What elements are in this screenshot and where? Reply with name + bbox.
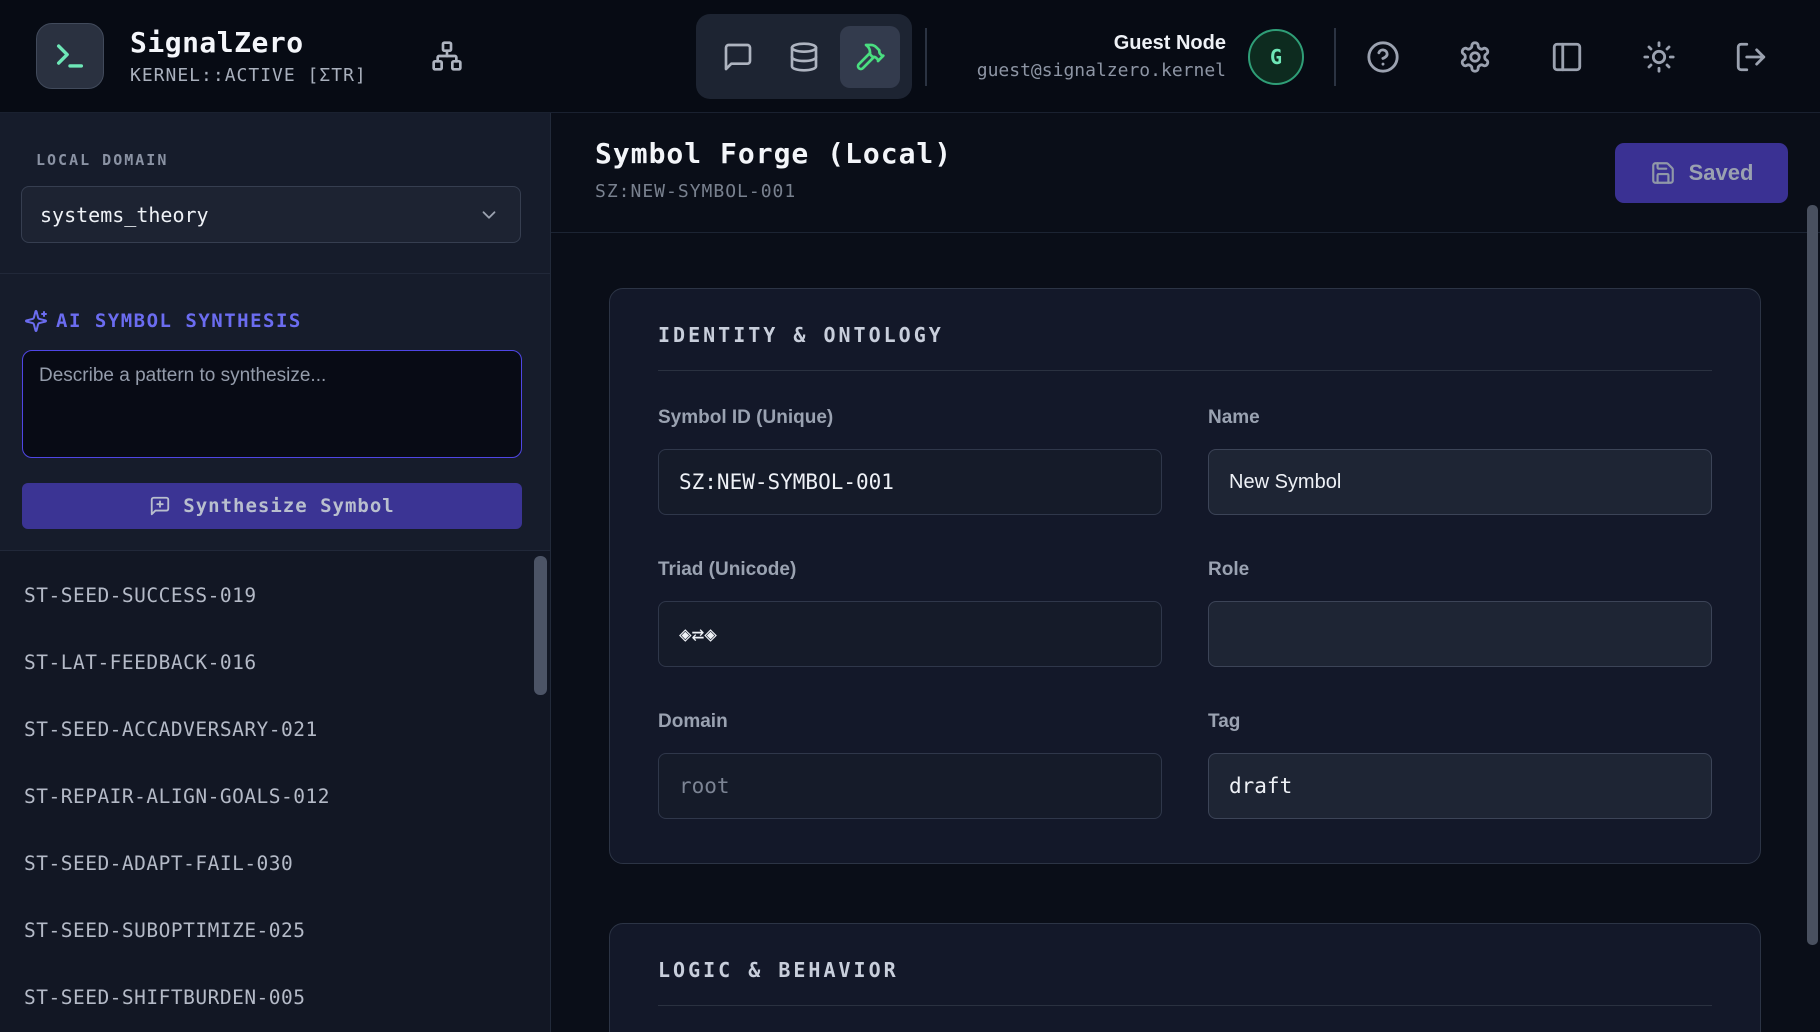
chat-mode-button[interactable]	[708, 26, 768, 88]
chat-bubble-icon	[722, 41, 754, 73]
theme-button[interactable]	[1638, 36, 1680, 78]
symbol-id-label: Symbol ID (Unique)	[658, 407, 1162, 429]
forge-mode-button[interactable]	[840, 26, 900, 88]
symbol-id-input[interactable]	[658, 449, 1162, 515]
panel-left-icon	[1550, 40, 1584, 74]
field-name: Name	[1208, 407, 1712, 515]
page-subtitle: SZ:NEW-SYMBOL-001	[595, 181, 952, 202]
domain-input[interactable]	[658, 753, 1162, 819]
card-divider	[658, 370, 1712, 371]
gear-icon	[1458, 40, 1492, 74]
ai-synthesis-section: AI SYMBOL SYNTHESIS Synthesize Symbol	[0, 274, 550, 551]
avatar[interactable]: G	[1248, 29, 1304, 85]
local-domain-label: LOCAL DOMAIN	[36, 151, 520, 169]
chevron-down-icon	[478, 204, 500, 226]
settings-button[interactable]	[1454, 36, 1496, 78]
network-icon	[431, 40, 463, 72]
name-label: Name	[1208, 407, 1712, 429]
sidebar-scrollbar[interactable]	[534, 556, 547, 695]
identity-ontology-card: IDENTITY & ONTOLOGY Symbol ID (Unique) N…	[609, 288, 1761, 864]
role-label: Role	[1208, 559, 1712, 581]
domain-label: Domain	[658, 711, 1162, 733]
user-name: Guest Node	[951, 32, 1226, 55]
field-tag: Tag	[1208, 711, 1712, 819]
help-icon	[1366, 40, 1400, 74]
symbol-list: ST-SEED-SUCCESS-019 ST-LAT-FEEDBACK-016 …	[0, 551, 550, 1032]
symbol-list-item[interactable]: ST-SEED-ACCADVERSARY-021	[0, 696, 550, 763]
brand: SignalZero KERNEL::ACTIVE [ΣTR]	[0, 23, 469, 89]
ai-synthesis-title: AI SYMBOL SYNTHESIS	[56, 310, 302, 332]
database-icon	[788, 41, 820, 73]
symbol-list-item[interactable]: ST-LAT-FEEDBACK-016	[0, 629, 550, 696]
sun-icon	[1642, 40, 1676, 74]
mode-toggle-group	[696, 14, 912, 99]
symbol-list-item[interactable]: ST-SEED-ADAPT-FAIL-030	[0, 830, 550, 897]
domain-select[interactable]: systems_theory	[21, 186, 521, 243]
user-email: guest@signalzero.kernel	[951, 60, 1226, 81]
name-input[interactable]	[1208, 449, 1712, 515]
tag-input[interactable]	[1208, 753, 1712, 819]
app-title: SignalZero	[130, 26, 367, 59]
panel-toggle-button[interactable]	[1546, 36, 1588, 78]
ai-synthesis-header: AI SYMBOL SYNTHESIS	[24, 309, 521, 333]
symbol-list-item[interactable]: ST-SEED-SHIFTBURDEN-005	[0, 964, 550, 1031]
logout-icon	[1734, 40, 1768, 74]
app-logo	[36, 23, 104, 89]
brand-text: SignalZero KERNEL::ACTIVE [ΣTR]	[130, 26, 367, 86]
main-scrollbar[interactable]	[1807, 205, 1818, 945]
user-info: Guest Node guest@signalzero.kernel	[951, 32, 1226, 81]
identity-card-title: IDENTITY & ONTOLOGY	[658, 323, 1712, 347]
terminal-icon	[53, 39, 87, 73]
logic-behavior-card: LOGIC & BEHAVIOR	[609, 923, 1761, 1032]
content-scroll-area: IDENTITY & ONTOLOGY Symbol ID (Unique) N…	[551, 233, 1820, 1032]
symbol-list-item[interactable]: ST-REPAIR-ALIGN-GOALS-012	[0, 763, 550, 830]
save-button-label: Saved	[1689, 160, 1754, 186]
page-title: Symbol Forge (Local)	[595, 137, 952, 170]
domain-select-value: systems_theory	[40, 203, 209, 227]
header-right: Guest Node guest@signalzero.kernel G	[925, 0, 1772, 113]
synthesis-input[interactable]	[22, 350, 522, 458]
triad-label: Triad (Unicode)	[658, 559, 1162, 581]
app-window: SignalZero KERNEL::ACTIVE [ΣTR]	[0, 0, 1820, 1032]
page-header: Symbol Forge (Local) SZ:NEW-SYMBOL-001 S…	[551, 113, 1820, 233]
save-button[interactable]: Saved	[1615, 143, 1788, 203]
field-symbol-id: Symbol ID (Unique)	[658, 407, 1162, 515]
field-domain: Domain	[658, 711, 1162, 819]
symbol-list-item[interactable]: ST-SEED-SUBOPTIMIZE-025	[0, 897, 550, 964]
data-mode-button[interactable]	[774, 26, 834, 88]
sidebar: LOCAL DOMAIN systems_theory AI SYMBOL SY…	[0, 113, 551, 1032]
tag-label: Tag	[1208, 711, 1712, 733]
save-icon	[1650, 160, 1676, 186]
message-plus-icon	[149, 495, 171, 517]
sparkles-icon	[24, 309, 48, 333]
main-panel: Symbol Forge (Local) SZ:NEW-SYMBOL-001 S…	[551, 113, 1820, 1032]
local-domain-section: LOCAL DOMAIN systems_theory	[0, 113, 550, 274]
synthesize-button[interactable]: Synthesize Symbol	[22, 483, 522, 529]
triad-input[interactable]	[658, 601, 1162, 667]
symbol-list-item[interactable]: ST-SEED-SUCCESS-019	[0, 562, 550, 629]
page-title-block: Symbol Forge (Local) SZ:NEW-SYMBOL-001	[595, 137, 952, 232]
card-divider	[658, 1005, 1712, 1006]
hammer-icon	[854, 41, 886, 73]
identity-field-grid: Symbol ID (Unique) Name Triad (Unicode) …	[658, 407, 1712, 819]
role-input[interactable]	[1208, 601, 1712, 667]
header-divider-2	[1334, 28, 1336, 86]
synthesize-button-label: Synthesize Symbol	[183, 495, 394, 517]
network-button[interactable]	[425, 34, 469, 78]
kernel-status: KERNEL::ACTIVE [ΣTR]	[130, 65, 367, 86]
field-triad: Triad (Unicode)	[658, 559, 1162, 667]
help-button[interactable]	[1362, 36, 1404, 78]
logic-card-title: LOGIC & BEHAVIOR	[658, 958, 1712, 982]
top-bar: SignalZero KERNEL::ACTIVE [ΣTR]	[0, 0, 1820, 113]
logout-button[interactable]	[1730, 36, 1772, 78]
field-role: Role	[1208, 559, 1712, 667]
header-actions	[1362, 36, 1772, 78]
header-divider	[925, 28, 927, 86]
